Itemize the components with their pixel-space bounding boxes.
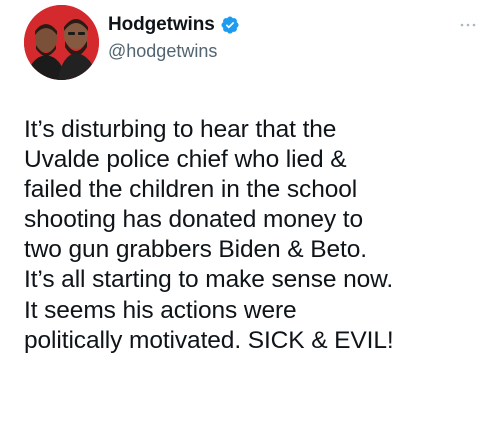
author-handle[interactable]: @hodgetwins (108, 41, 217, 62)
verified-badge-icon (220, 15, 240, 35)
avatar-photo-icon (24, 5, 99, 80)
author-display-name[interactable]: Hodgetwins (108, 14, 215, 36)
author-avatar[interactable] (24, 5, 99, 80)
tweet-text: It’s disturbing to hear that the Uvalde … (24, 116, 394, 354)
author-name-row: Hodgetwins (108, 13, 240, 37)
more-options-icon[interactable] (458, 20, 478, 30)
tweet-card: Hodgetwins @hodgetwins It’s disturbing t… (0, 0, 500, 433)
